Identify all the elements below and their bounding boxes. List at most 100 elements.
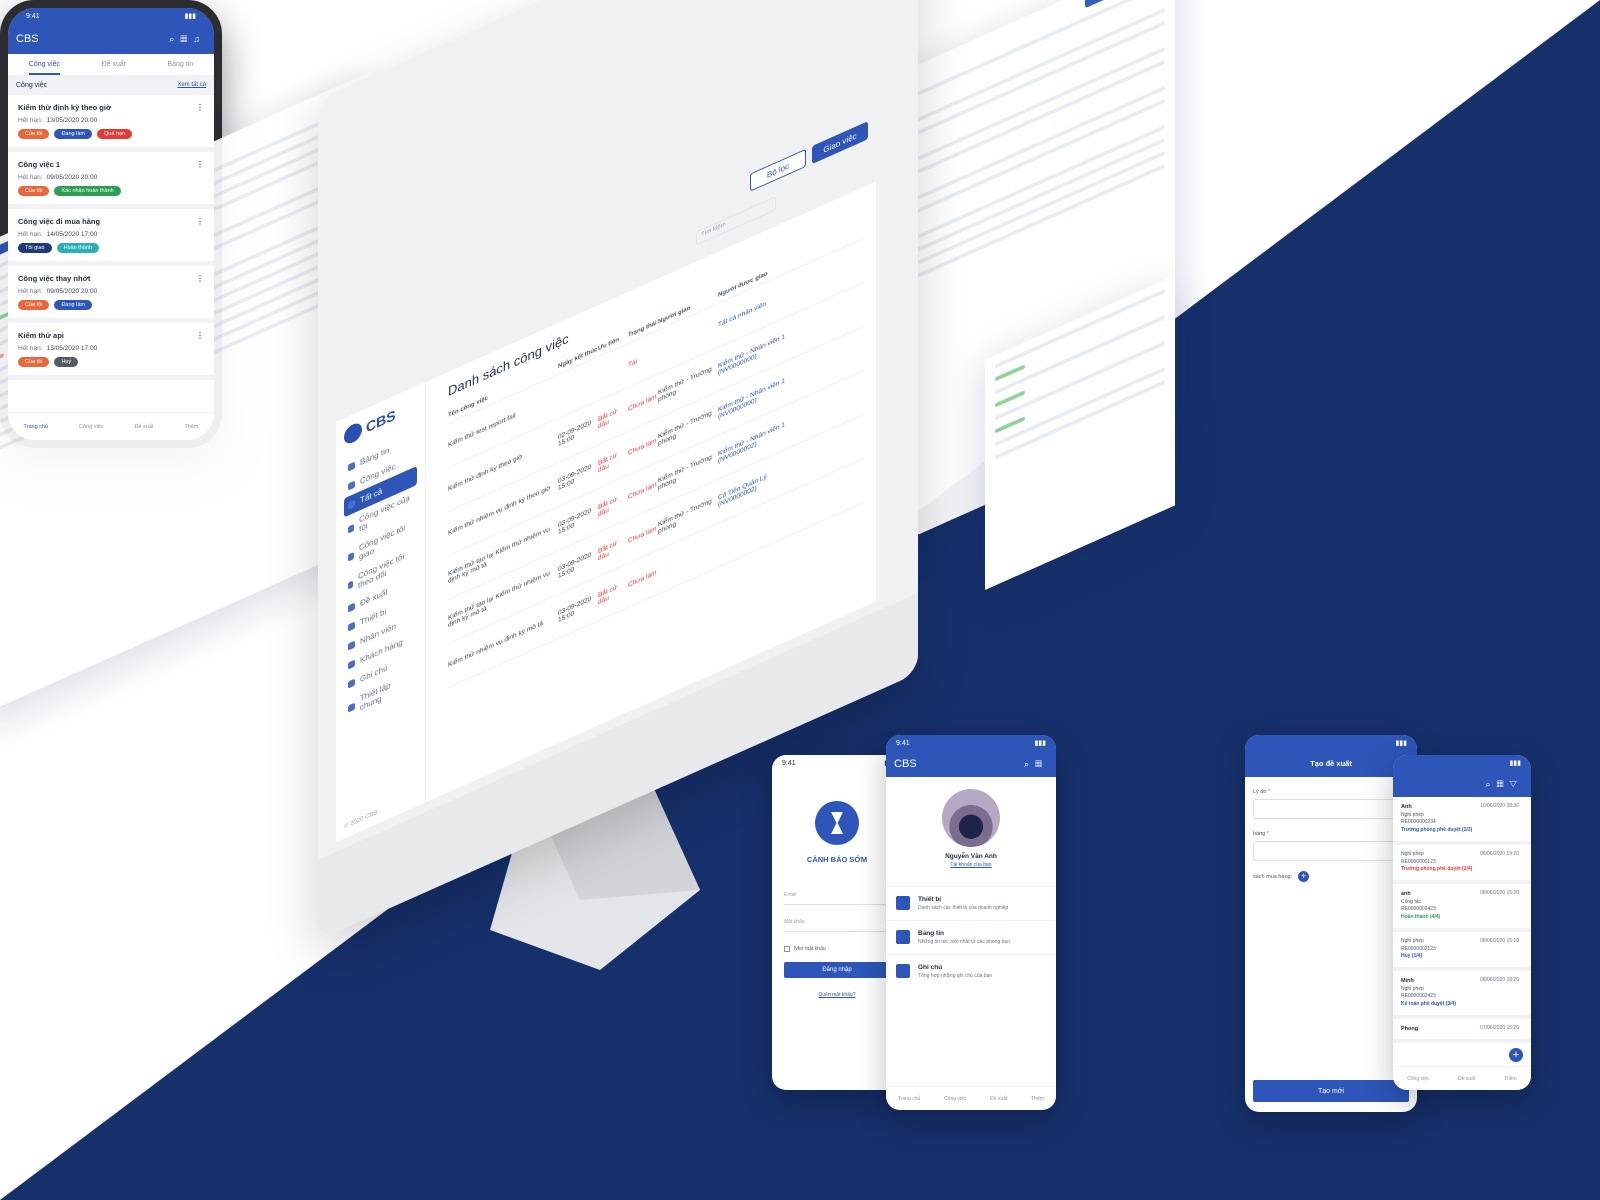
proposal-status: Trưởng phòng phê duyệt (2/3) (1401, 827, 1473, 834)
filter-button[interactable]: Bộ lọc (750, 148, 806, 192)
reason-input[interactable] (1253, 799, 1409, 819)
cell-status: Chưa làm (628, 569, 657, 589)
bottom-nav: Trang chủ Công việc Đề xuất Thêm (886, 1086, 1056, 1110)
proposal-code: RE0000000234 (1401, 819, 1436, 826)
cell-status: Chưa làm (628, 481, 657, 501)
nav-tab[interactable]: Thêm (1031, 1096, 1044, 1102)
profile-menu-item[interactable]: Thiết bị Danh sách các thiết bị của doanh… (886, 886, 1056, 920)
task-card[interactable]: Kiểm thử api Hết hạn: 13/05/2020 17:00 Của … (8, 323, 214, 380)
battery-icon: ▮▮▮ (1395, 740, 1407, 747)
cell-priority: Bắt cứ đâu (598, 539, 618, 562)
nav-tab[interactable]: Công việc (944, 1096, 966, 1102)
list-topbar: ▮▮▮ ⌕▦▽ (1393, 755, 1531, 797)
cell-priority: Bắt cứ đâu (598, 407, 618, 430)
cell-priority (598, 365, 628, 378)
proposal-item[interactable]: Minh 08/06/2020 18:20 Nghỉ phép RE000000242… (1393, 971, 1531, 1019)
task-card[interactable]: Công việc đi mua hàng Hết hạn: 14/05/2020 … (8, 209, 214, 266)
task-list: Kiểm thử định kỳ theo giờ Hết hạn: 13/05/2… (8, 95, 214, 380)
search-input[interactable]: Tìm kiếm (696, 196, 776, 246)
remember-checkbox[interactable]: Nhớ mật khẩu (784, 946, 890, 952)
task-card[interactable]: Công việc thay nhớt Hết hạn: 09/05/2020 20… (8, 266, 214, 323)
nav-tab[interactable]: Thêm (1504, 1076, 1517, 1082)
cell-date: 03-09-2020 15:00 (558, 550, 592, 580)
cell-status: Tái (628, 357, 638, 369)
status-bar: 9:41 ▮▮▮ (886, 735, 1056, 751)
nav-tab[interactable]: Công việc (79, 424, 103, 430)
proposal-item[interactable]: anh 08/06/2020 15:20 Công tác RE0000002423 H… (1393, 884, 1531, 932)
phone-login: 9:41▮▮ CẢNH BÁO SỚM Email Mật khẩu Nhớ m… (772, 755, 902, 1090)
buy-list-label: sách mua hàng: (1253, 873, 1293, 880)
nav-tab[interactable]: Đề xuất (1458, 1076, 1475, 1082)
status-tag: Đang làm (54, 300, 92, 310)
add-icon[interactable]: + (1298, 871, 1310, 882)
avatar[interactable] (942, 789, 1000, 847)
profile-menu-item[interactable]: Ghi chú Tổng hợp những ghi chú của bạn (886, 954, 1056, 988)
email-field[interactable]: Email (784, 892, 890, 905)
task-card[interactable]: Công việc 1 Hết hạn: 09/05/2020 20:00 Của t… (8, 152, 214, 209)
menu-item-desc: Danh sách các thiết bị của doanh nghiệp (918, 905, 1009, 911)
app-bar: CBS ⌕▦♫ (8, 24, 214, 54)
tab[interactable]: Bảng tin (167, 61, 193, 68)
settings-icon (348, 702, 355, 713)
tab[interactable]: Công việc (28, 61, 60, 75)
nav-tab[interactable]: Trang chủ (23, 424, 48, 430)
create-button[interactable]: Tạo mới (1253, 1080, 1409, 1102)
nav-tab[interactable]: Đề xuất (990, 1096, 1007, 1102)
menu-item-desc: Tổng hợp những ghi chú của bạn (918, 973, 993, 979)
add-fab[interactable]: + (1509, 1048, 1523, 1062)
task-due: Hết hạn: 14/05/2020 17:00 (18, 231, 204, 238)
status-bar: ▮▮▮ (1393, 755, 1531, 771)
desktop-nav: Bảng tin Công việc Tất cả Công việc của tôi… (344, 428, 417, 725)
task-card[interactable]: Kiểm thử định kỳ theo giờ Hết hạn: 13/05/2… (8, 95, 214, 152)
reason-label: Lý do * (1253, 789, 1271, 795)
device-icon (348, 621, 355, 632)
forgot-password-link[interactable]: Quên mật khẩu? (772, 992, 902, 998)
status-tag: Hoàn thành (56, 243, 100, 253)
login-button[interactable]: Đăng nhập (784, 962, 890, 978)
cell-date: 03-09-2020 15:00 (558, 462, 592, 492)
nav-tab[interactable]: Trang chủ (898, 1096, 920, 1102)
type-select[interactable] (1253, 841, 1409, 861)
search-qr-filter-icons[interactable]: ⌕▦▽ (1486, 779, 1523, 790)
proposal-list: Anh 10/06/2020 08:36 Nghỉ phép RE0000000234… (1393, 797, 1531, 1044)
proposal-item[interactable]: Phong 07/06/2020 15:20 (1393, 1019, 1531, 1044)
due-label: Hết hạn: (18, 231, 43, 238)
task-due: Hết hạn: 09/05/2020 20:00 (18, 288, 204, 295)
task-tags: Của tôi Đang làm (18, 300, 204, 310)
more-options-icon[interactable]: ⋮ (196, 217, 204, 226)
due-label: Hết hạn: (18, 117, 43, 124)
phone-create-proposal: ▮▮▮ Tạo đề xuất Lý do * hàng * sách mua … (1245, 735, 1417, 1112)
search-qr-bell-icons[interactable]: ⌕▦♫ (169, 34, 206, 45)
proposal-item[interactable]: Anh 10/06/2020 08:36 Nghỉ phép RE0000000234… (1393, 797, 1531, 845)
profile-menu-item[interactable]: Bảng tin Những tin tức mới nhất từ các ph… (886, 920, 1056, 954)
note-icon (348, 678, 355, 689)
staff-icon (348, 640, 355, 651)
account-link[interactable]: Tài khoản của bạn (886, 862, 1056, 868)
search-qr-icons[interactable]: ⌕▦ (1024, 759, 1048, 770)
circle-icon (348, 523, 355, 534)
tab[interactable]: Đề xuất (102, 61, 126, 68)
nav-tab[interactable]: Thêm (184, 424, 198, 430)
tasks-icon (348, 480, 355, 491)
see-all-link[interactable]: Xem tất cả (177, 82, 206, 89)
menu-item-title: Ghi chú (918, 964, 943, 971)
menu-item-icon (896, 896, 910, 910)
more-options-icon[interactable]: ⋮ (196, 103, 204, 112)
main-topbar: 9:41 ▮▮▮ CBS ⌕▦♫ (8, 8, 214, 54)
more-options-icon[interactable]: ⋮ (196, 160, 204, 169)
status-bar: 9:41 ▮▮▮ (8, 8, 214, 24)
nav-tab[interactable]: Công việc (1407, 1076, 1429, 1082)
password-field[interactable]: Mật khẩu (784, 919, 890, 932)
task-due: Hết hạn: 09/05/2020 20:00 (18, 174, 204, 181)
checkbox-icon (784, 946, 790, 952)
nav-tab[interactable]: Đề xuất (134, 424, 153, 430)
proposal-item[interactable]: 08/06/2020 15:10 Nghỉ phép RE0000002123 Huỷ… (1393, 932, 1531, 972)
app-bar: ⌕▦▽ (1393, 771, 1531, 797)
proposal-code: RE0000002423 (1401, 993, 1436, 1000)
task-tags: Của tôi Huỷ (18, 357, 204, 367)
circle-icon (348, 579, 353, 590)
assign-task-button[interactable]: Giao việc (812, 121, 868, 165)
more-options-icon[interactable]: ⋮ (196, 331, 204, 340)
proposal-item[interactable]: 08/06/2020 19:20 Nghỉ phép RE0000000123 Trư… (1393, 845, 1531, 885)
more-options-icon[interactable]: ⋮ (196, 274, 204, 283)
